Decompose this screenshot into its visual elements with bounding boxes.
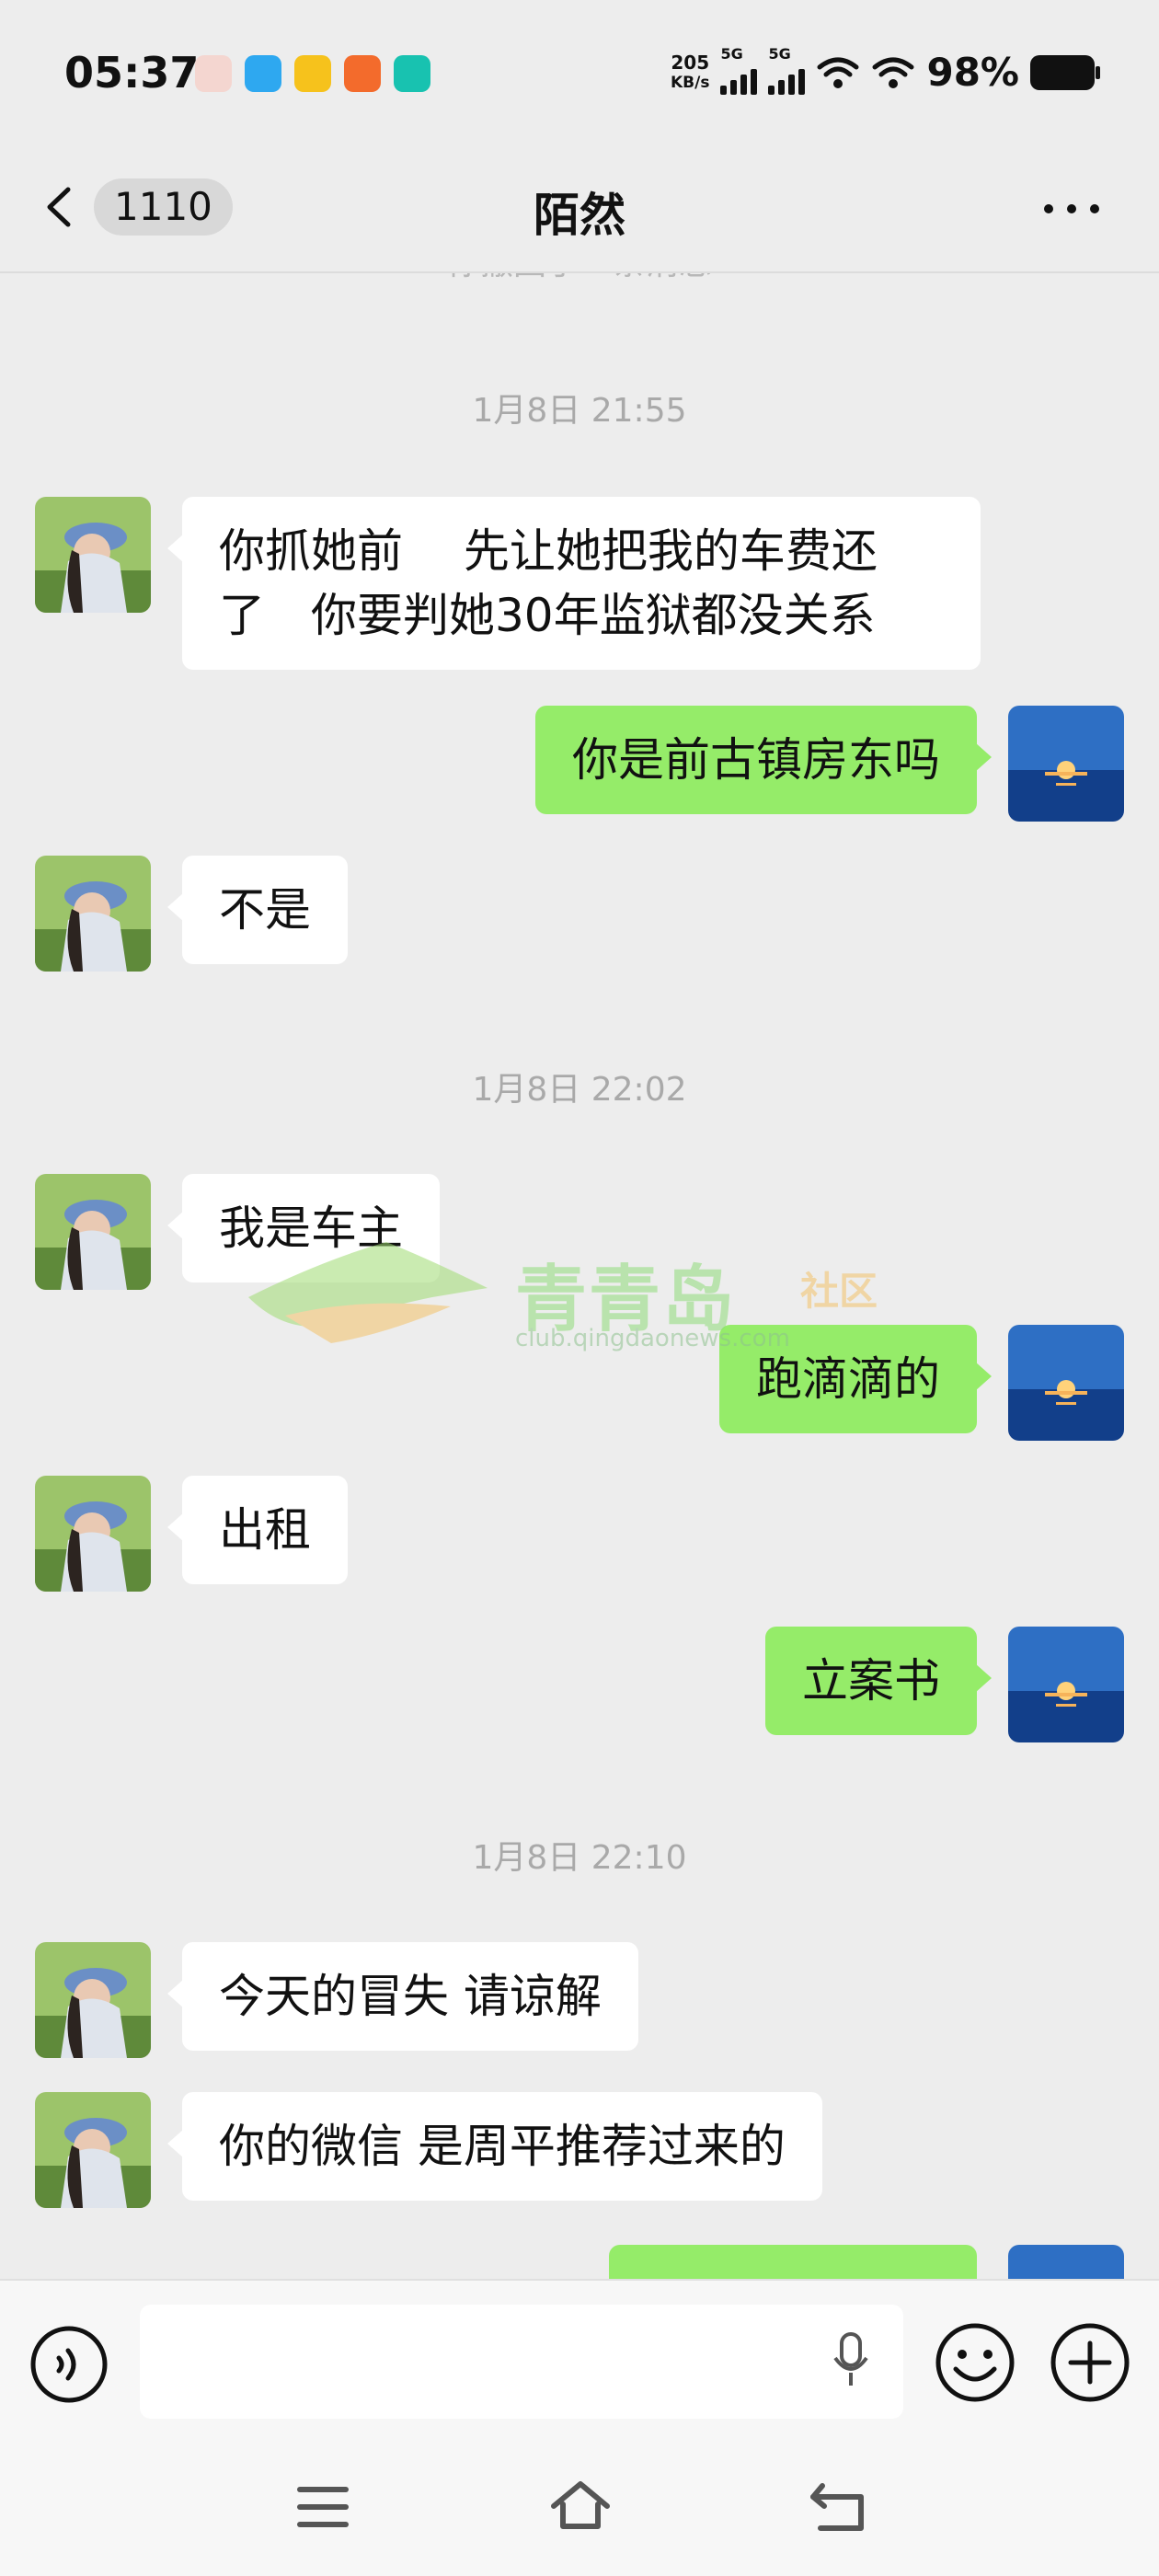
- incoming-message-bubble[interactable]: 出租: [167, 1476, 348, 1584]
- sunset-avatar-image: [1008, 1325, 1124, 1441]
- outgoing-message-bubble-partial[interactable]: [609, 2245, 977, 2279]
- status-bar: 05:37 205 KB/s 5G 5G 98%: [0, 0, 1159, 147]
- incoming-message-bubble[interactable]: 今天的冒失 请谅解: [167, 1942, 638, 2051]
- chat-title: 陌然: [534, 189, 625, 242]
- sunset-avatar-image: [1008, 1627, 1124, 1742]
- signal-icon-1: 5G: [720, 45, 758, 95]
- wifi-icon-2: [872, 57, 914, 88]
- game-app-icon: [294, 55, 331, 92]
- avatar-image: [35, 1476, 151, 1592]
- timestamp: 1月8日 21:55: [472, 392, 687, 430]
- contact-avatar[interactable]: [35, 1476, 151, 1592]
- message-line: 了 你要判她30年监狱都没关系: [219, 589, 876, 642]
- outgoing-message-bubble[interactable]: 立案书: [765, 1627, 992, 1735]
- avatar-image: [35, 856, 151, 972]
- avatar-image: [35, 497, 151, 613]
- message-input[interactable]: [140, 2305, 903, 2419]
- voice-icon[interactable]: [29, 2325, 109, 2404]
- status-time: 05:37: [64, 48, 200, 98]
- plus-icon[interactable]: [1049, 2321, 1131, 2404]
- battery-icon: [1030, 54, 1100, 90]
- signal-2-label: 5G: [768, 44, 791, 63]
- back-icon[interactable]: [808, 2475, 872, 2539]
- site-watermark: 青青岛 社区 club.qingdaonews.com: [248, 1224, 911, 1371]
- emoji-icon[interactable]: [934, 2321, 1016, 2404]
- contact-avatar[interactable]: [35, 2092, 151, 2208]
- incoming-message-bubble[interactable]: 不是: [167, 856, 348, 964]
- contact-avatar[interactable]: [35, 497, 151, 613]
- chat-bubble-app-icon: [245, 55, 281, 92]
- my-avatar[interactable]: [1008, 1627, 1124, 1742]
- system-navigation-bar: [0, 2440, 1159, 2576]
- recall-notice: 你撤回了一条消息: [0, 273, 1159, 284]
- input-bar: [0, 2279, 1159, 2442]
- chat-header: 1110 陌然: [0, 147, 1159, 273]
- timestamp: 1月8日 22:02: [472, 1071, 687, 1109]
- watermark-logo-icon: [248, 1242, 488, 1343]
- contact-avatar[interactable]: [35, 1174, 151, 1290]
- contact-avatar[interactable]: [35, 856, 151, 972]
- message-line: 你抓她前 先让她把我的车费还: [219, 524, 878, 578]
- chat-screen: 05:37 205 KB/s 5G 5G 98% 1110 陌然 1月8日 21…: [0, 0, 1159, 2576]
- avatar-app-icon: [195, 55, 232, 92]
- signal-1-label: 5G: [720, 44, 743, 63]
- avatar-image: [35, 1174, 151, 1290]
- outgoing-message-bubble[interactable]: 你是前古镇房东吗: [535, 706, 992, 814]
- contact-avatar[interactable]: [35, 1942, 151, 2058]
- menu-icon[interactable]: [293, 2477, 353, 2537]
- incoming-message-bubble[interactable]: 你抓她前 先让她把我的车费还 了 你要判她30年监狱都没关系: [167, 497, 981, 670]
- my-avatar[interactable]: [1008, 2245, 1124, 2279]
- signal-icon-2: 5G: [768, 45, 806, 95]
- orange-grid-app-icon: [344, 55, 381, 92]
- watermark-tag: 社区: [800, 1269, 878, 1314]
- status-right-group: 205 KB/s 5G 5G 98%: [671, 45, 1100, 95]
- home-icon[interactable]: [548, 2475, 613, 2539]
- avatar-image: [35, 2092, 151, 2208]
- my-avatar[interactable]: [1008, 1325, 1124, 1441]
- wifi-icon-1: [817, 57, 859, 88]
- sunset-avatar-image: [1008, 2245, 1124, 2279]
- net-speed-value: 205: [671, 51, 710, 74]
- teal-app-icon: [394, 55, 430, 92]
- sunset-avatar-image: [1008, 706, 1124, 822]
- incoming-message-bubble[interactable]: 你的微信 是周平推荐过来的: [167, 2092, 822, 2201]
- more-dots-icon[interactable]: [1039, 186, 1104, 232]
- watermark-url: club.qingdaonews.com: [515, 1325, 790, 1352]
- net-speed-unit: KB/s: [671, 73, 710, 92]
- my-avatar[interactable]: [1008, 706, 1124, 822]
- avatar-image: [35, 1942, 151, 2058]
- timestamp: 1月8日 22:10: [472, 1839, 687, 1877]
- mic-icon[interactable]: [832, 2332, 869, 2387]
- net-speed: 205 KB/s: [671, 52, 709, 93]
- battery-percent: 98%: [926, 50, 1019, 95]
- status-app-icons: [195, 55, 430, 92]
